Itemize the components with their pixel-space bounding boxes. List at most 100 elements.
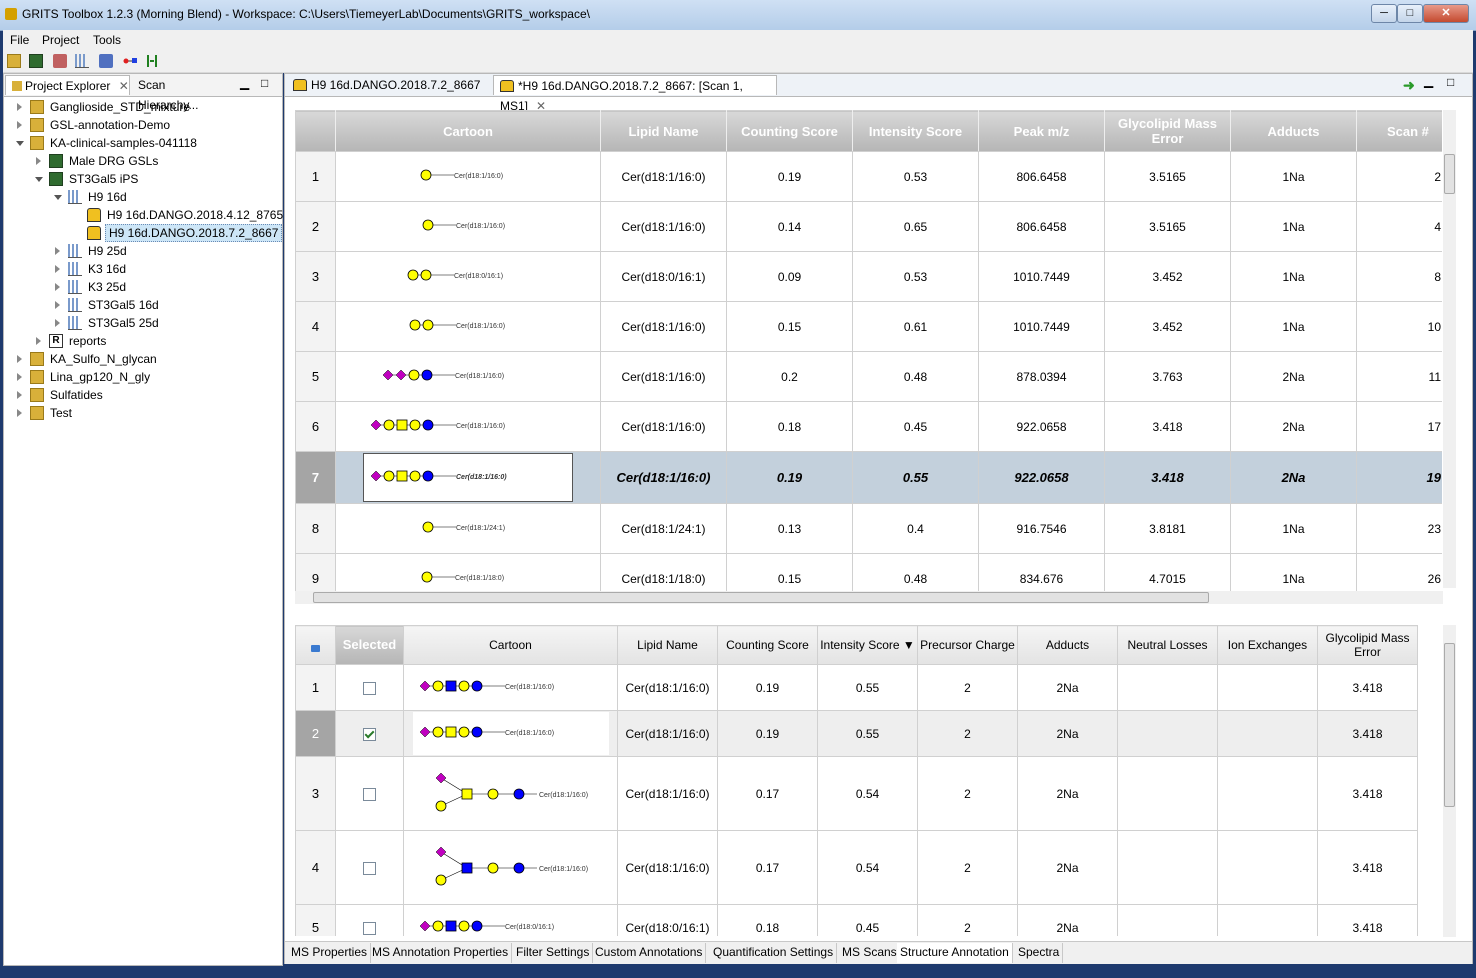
scroll-thumb[interactable] bbox=[1444, 643, 1455, 807]
expand-icon[interactable] bbox=[17, 355, 22, 363]
tree-item-test[interactable]: Test bbox=[4, 404, 280, 422]
collapse-icon[interactable] bbox=[35, 177, 43, 182]
table-row[interactable]: 1 Cer(d18:1/16:0) Cer(d18:1/16:0) 0.19 0.53 8… bbox=[295, 151, 1442, 202]
tree-item-h9-16d[interactable]: H9 16d bbox=[4, 188, 280, 206]
tab-scan-hierarchy[interactable]: Scan Hierarchy... bbox=[132, 75, 227, 112]
expand-icon[interactable] bbox=[55, 283, 60, 291]
tab-structure-annotation[interactable]: Structure Annotation bbox=[897, 943, 1013, 963]
arrow-right-icon[interactable]: ➜ bbox=[1403, 77, 1415, 94]
tab-ms-annotation-properties[interactable]: MS Annotation Properties bbox=[369, 943, 513, 963]
lock-header[interactable] bbox=[295, 625, 336, 665]
header-precursor-charge[interactable]: Precursor Charge bbox=[917, 625, 1018, 665]
tree-item-male-drg[interactable]: Male DRG GSLs bbox=[4, 152, 280, 170]
glycan-icon[interactable] bbox=[123, 54, 137, 68]
collapse-icon[interactable] bbox=[54, 195, 62, 200]
tab-custom-annotations[interactable]: Custom Annotations bbox=[592, 943, 707, 963]
header-counting-score[interactable]: Counting Score bbox=[717, 625, 818, 665]
minimize-view-icon[interactable]: ▁ bbox=[240, 76, 249, 90]
menu-file[interactable]: File bbox=[10, 33, 29, 47]
header-ion-exchanges[interactable]: Ion Exchanges bbox=[1217, 625, 1318, 665]
tree-item-h9-16d-8765[interactable]: H9 16d.DANGO.2018.4.12_8765 bbox=[4, 206, 283, 224]
annotation-icon[interactable] bbox=[99, 54, 113, 68]
header-peak-mz[interactable]: Peak m/z bbox=[978, 110, 1105, 152]
tab-quantification-settings[interactable]: Quantification Settings bbox=[710, 943, 838, 963]
tree-item-k3-16d[interactable]: K3 16d bbox=[4, 260, 280, 278]
expand-icon[interactable] bbox=[55, 265, 60, 273]
table-row[interactable]: 4 Cer(d18:1/16:0) Cer(d18:1/16:0) 0.17 0.54 2… bbox=[295, 830, 1418, 905]
menu-tools[interactable]: Tools bbox=[93, 33, 121, 47]
select-checkbox[interactable] bbox=[363, 921, 376, 935]
table-row[interactable]: 7 Cer(d18:1/16:0) Cer(d18:1/16:0) 0.19 0.55 9… bbox=[295, 451, 1442, 504]
table-row[interactable]: 2 Cer(d18:1/16:0) Cer(d18:1/16:0) 0.14 0.65 8… bbox=[295, 201, 1442, 252]
tab-ms-scans[interactable]: MS Scans bbox=[839, 943, 901, 963]
tree-item-h9-16d-8667[interactable]: H9 16d.DANGO.2018.7.2_8667 bbox=[4, 224, 283, 242]
table-row[interactable]: 8 Cer(d18:1/24:1) Cer(d18:1/24:1) 0.13 0.4 91… bbox=[295, 503, 1442, 554]
unlock-icon[interactable] bbox=[311, 645, 320, 652]
table-row[interactable]: 3 Cer(d18:0/16:1) Cer(d18:0/16:1) 0.09 0.53 1… bbox=[295, 251, 1442, 302]
tree-item-st3gal5-16d[interactable]: ST3Gal5 16d bbox=[4, 296, 280, 314]
header-cartoon[interactable]: Cartoon bbox=[403, 625, 618, 665]
table-row[interactable]: 1 Cer(d18:1/16:0) Cer(d18:1/16:0) 0.19 0.55 2… bbox=[295, 664, 1418, 711]
selected-cell[interactable] bbox=[335, 710, 404, 757]
database-icon[interactable] bbox=[53, 54, 67, 68]
table-row[interactable]: 5 Cer(d18:1/16:0) Cer(d18:1/16:0) 0.2 0.48 87… bbox=[295, 351, 1442, 402]
collapse-icon[interactable] bbox=[16, 141, 24, 146]
bottom-table-vscroll[interactable] bbox=[1443, 625, 1456, 937]
select-checkbox[interactable] bbox=[363, 681, 376, 695]
select-checkbox[interactable] bbox=[363, 861, 376, 875]
select-checkbox[interactable] bbox=[363, 727, 376, 741]
tree-item-lina[interactable]: Lina_gp120_N_gly bbox=[4, 368, 280, 386]
table-row[interactable]: 3 Cer(d18:1/16:0) Cer(d18:1/16:0) 0.17 0.54 2… bbox=[295, 756, 1418, 831]
align-icon[interactable] bbox=[145, 54, 159, 68]
header-scan-number[interactable]: Scan # bbox=[1356, 110, 1442, 152]
tab-spectra[interactable]: Spectra bbox=[1015, 943, 1064, 963]
expand-icon[interactable] bbox=[17, 373, 22, 381]
header-lipid-name[interactable]: Lipid Name bbox=[600, 110, 727, 152]
minimize-button[interactable]: ─ bbox=[1371, 4, 1397, 23]
tree-item-ganglioside[interactable]: Ganglioside_STD_mixture bbox=[4, 98, 280, 116]
close-tab-icon[interactable]: ✕ bbox=[119, 79, 129, 93]
minimize-view-icon[interactable]: ▁ bbox=[1424, 74, 1433, 88]
tab-ms-properties[interactable]: MS Properties bbox=[288, 943, 372, 963]
tree-item-ka-sulfo[interactable]: KA_Sulfo_N_glycan bbox=[4, 350, 280, 368]
tree-item-sulfatides[interactable]: Sulfatides bbox=[4, 386, 280, 404]
maximize-view-icon[interactable]: □ bbox=[1447, 75, 1454, 89]
expand-icon[interactable] bbox=[17, 103, 22, 111]
scroll-thumb[interactable] bbox=[313, 592, 1209, 603]
header-mass-error[interactable]: Glycolipid Mass Error bbox=[1317, 625, 1418, 665]
tree-item-st3gal5-ips[interactable]: ST3Gal5 iPS bbox=[4, 170, 280, 188]
menu-project[interactable]: Project bbox=[42, 33, 79, 47]
expand-icon[interactable] bbox=[17, 121, 22, 129]
header-cartoon[interactable]: Cartoon bbox=[335, 110, 601, 152]
tree-item-reports[interactable]: Rreports bbox=[4, 332, 280, 350]
sort-desc-icon[interactable]: ▼ bbox=[903, 638, 915, 652]
top-table-hscroll[interactable] bbox=[295, 591, 1443, 604]
header-mass-error[interactable]: Glycolipid Mass Error bbox=[1104, 110, 1231, 152]
selected-cell[interactable] bbox=[335, 756, 404, 831]
tree-item-k3-25d[interactable]: K3 25d bbox=[4, 278, 280, 296]
select-checkbox[interactable] bbox=[363, 787, 376, 801]
scroll-thumb[interactable] bbox=[1444, 154, 1455, 194]
expand-icon[interactable] bbox=[55, 247, 60, 255]
maximize-button[interactable]: □ bbox=[1397, 4, 1423, 23]
expand-icon[interactable] bbox=[36, 157, 41, 165]
tab-editor-scan1[interactable]: *H9 16d.DANGO.2018.7.2_8667: [Scan 1, MS… bbox=[493, 75, 777, 113]
maximize-view-icon[interactable]: □ bbox=[261, 76, 268, 90]
header-intensity-score[interactable]: Intensity Score ▼ bbox=[817, 625, 918, 665]
header-adducts[interactable]: Adducts bbox=[1017, 625, 1118, 665]
top-table-vscroll[interactable] bbox=[1443, 110, 1456, 588]
header-neutral-losses[interactable]: Neutral Losses bbox=[1117, 625, 1218, 665]
header-counting-score[interactable]: Counting Score bbox=[726, 110, 853, 152]
selected-cell[interactable] bbox=[335, 904, 404, 936]
expand-icon[interactable] bbox=[17, 409, 22, 417]
header-intensity-score[interactable]: Intensity Score bbox=[852, 110, 979, 152]
tree-item-h9-25d[interactable]: H9 25d bbox=[4, 242, 280, 260]
expand-icon[interactable] bbox=[17, 391, 22, 399]
tree-item-st3gal5-25d[interactable]: ST3Gal5 25d bbox=[4, 314, 280, 332]
ms-chart-icon[interactable] bbox=[75, 54, 89, 68]
selected-cell[interactable] bbox=[335, 830, 404, 905]
table-row[interactable]: 4 Cer(d18:1/16:0) Cer(d18:1/16:0) 0.15 0.61 1… bbox=[295, 301, 1442, 352]
tab-editor-main[interactable]: H9 16d.DANGO.2018.7.2_8667 bbox=[287, 75, 491, 95]
header-selected[interactable]: Selected bbox=[335, 625, 404, 665]
header-adducts[interactable]: Adducts bbox=[1230, 110, 1357, 152]
